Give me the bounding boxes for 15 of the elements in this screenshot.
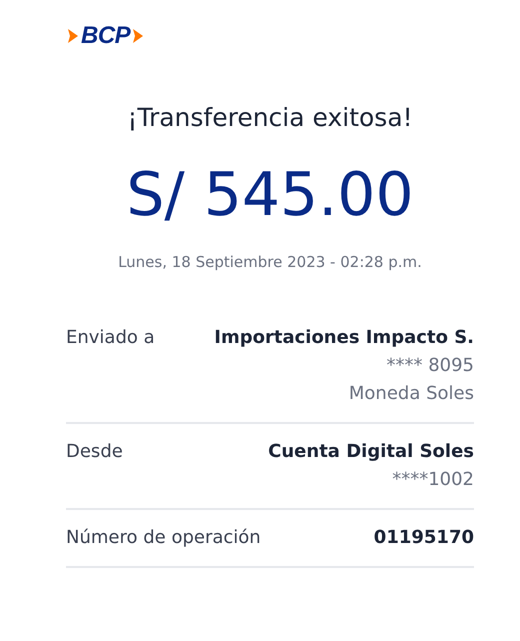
amount: S/ 545.00 — [125, 159, 415, 232]
detail-value: ****1002 — [392, 468, 474, 492]
chevron-icon — [131, 27, 146, 45]
detail-label: Número de operación — [66, 526, 261, 550]
detail-value: 01195170 — [374, 526, 474, 550]
detail-label: Desde — [66, 440, 123, 464]
success-title: ¡Transferencia exitosa! — [126, 102, 414, 134]
detail-value: Cuenta Digital Soles — [268, 440, 474, 464]
detail-value: Moneda Soles — [348, 382, 474, 406]
detail-value: **** 8095 — [386, 354, 474, 378]
logo-text: BCP — [81, 24, 130, 48]
chevron-icon — [66, 27, 80, 45]
date-time: Lunes, 18 Septiembre 2023 - 02:28 p.m. — [117, 252, 423, 272]
detail-value: Importaciones Impacto S. — [214, 326, 474, 350]
detail-label: Enviado a — [66, 326, 155, 350]
